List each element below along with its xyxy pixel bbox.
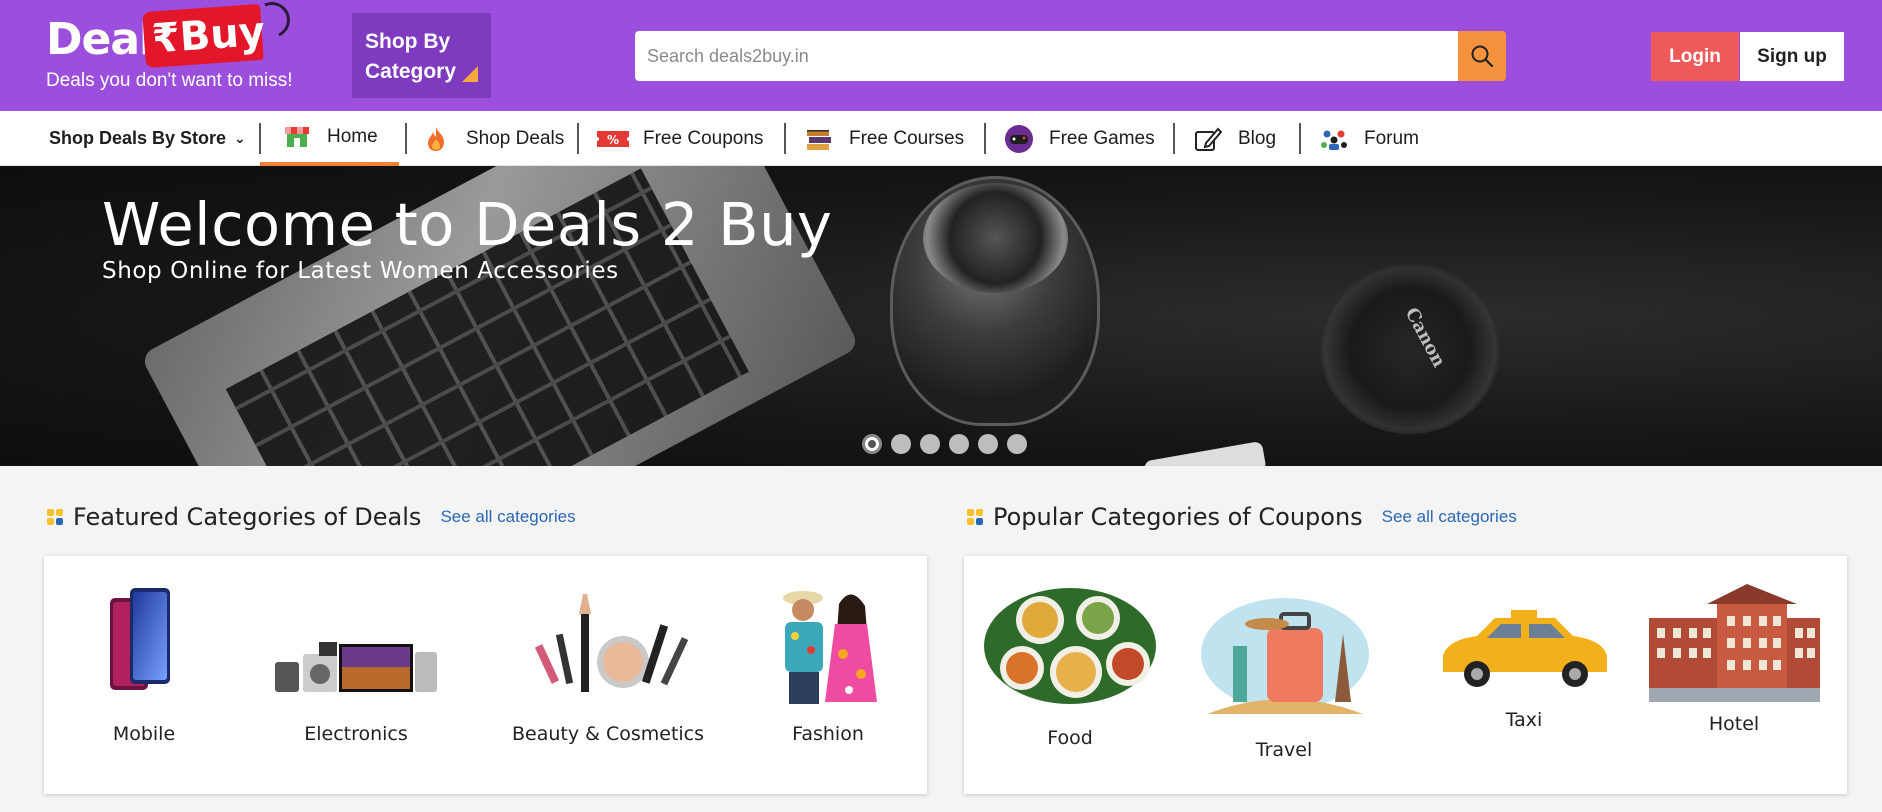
category-label: Mobile xyxy=(112,723,176,745)
carousel-dot-5[interactable] xyxy=(978,434,998,454)
lens-brand-text: Canon xyxy=(1400,304,1450,371)
category-electronics[interactable]: Electronics xyxy=(266,584,446,745)
category-label: Hotel xyxy=(1708,713,1760,735)
shop-deals-by-store-dropdown[interactable]: Shop Deals By Store ⌄ xyxy=(49,111,246,166)
fashion-couple-image xyxy=(783,591,877,704)
category-fashion[interactable]: Fashion xyxy=(758,584,898,745)
nav-item-free-courses[interactable]: Free Courses xyxy=(803,111,964,166)
pen-icon xyxy=(1192,126,1224,152)
nav-divider xyxy=(1173,123,1175,154)
nav-label: Free Courses xyxy=(849,127,965,149)
food-platter-image xyxy=(984,588,1156,704)
category-label: Travel xyxy=(1255,739,1313,761)
featured-section-header: Featured Categories of Deals See all cat… xyxy=(47,500,576,534)
category-food[interactable]: Food xyxy=(980,580,1160,749)
carousel-dots xyxy=(862,434,1027,454)
nav-item-shop-deals[interactable]: Shop Deals xyxy=(420,111,564,166)
glass-jar-image xyxy=(890,176,1100,426)
category-button-line1: Shop By xyxy=(365,30,451,53)
coupon-icon: % xyxy=(597,126,629,152)
category-label: Electronics xyxy=(304,723,408,745)
login-button[interactable]: Login xyxy=(1651,32,1739,81)
signup-button[interactable]: Sign up xyxy=(1740,32,1844,81)
popular-categories-card: Food Travel Taxi Hotel xyxy=(964,556,1847,794)
popular-section-header: Popular Categories of Coupons See all ca… xyxy=(967,500,1517,534)
nav-label: Blog xyxy=(1238,127,1277,149)
gamepad-icon xyxy=(1003,124,1035,153)
featured-title: Featured Categories of Deals xyxy=(73,503,422,531)
category-mobile[interactable]: Mobile xyxy=(84,584,204,745)
nav-divider xyxy=(784,123,786,154)
category-hotel[interactable]: Hotel xyxy=(1644,584,1824,735)
nav-divider xyxy=(1299,123,1301,154)
nav-label: Shop Deals xyxy=(466,127,565,149)
nav-item-free-games[interactable]: Free Games xyxy=(1003,111,1155,166)
nav-item-home[interactable]: Home xyxy=(260,111,399,166)
electronics-image xyxy=(275,642,437,692)
category-beauty-cosmetics[interactable]: Beauty & Cosmetics xyxy=(508,584,708,745)
svg-text:%: % xyxy=(607,133,619,147)
people-icon xyxy=(1318,126,1350,152)
store-icon xyxy=(281,124,313,150)
hero-title: Welcome to Deals 2 Buy xyxy=(102,190,833,259)
corner-triangle-icon xyxy=(462,66,478,82)
taxi-car-image xyxy=(1442,610,1607,687)
category-travel[interactable]: Travel xyxy=(1194,594,1374,761)
top-header: Deals ₹Buy Deals you don't want to miss!… xyxy=(0,0,1882,111)
store-dropdown-label: Shop Deals By Store xyxy=(49,128,227,148)
carousel-dot-1[interactable] xyxy=(862,434,882,454)
popular-see-all-link[interactable]: See all categories xyxy=(1382,507,1517,527)
carousel-dot-6[interactable] xyxy=(1007,434,1027,454)
carousel-dot-2[interactable] xyxy=(891,434,911,454)
nav-label: Home xyxy=(327,125,378,147)
featured-see-all-link[interactable]: See all categories xyxy=(440,507,575,527)
site-logo[interactable]: Deals ₹Buy Deals you don't want to miss! xyxy=(46,0,326,98)
category-taxi[interactable]: Taxi xyxy=(1434,610,1614,731)
nav-item-free-coupons[interactable]: % Free Coupons xyxy=(597,111,763,166)
books-icon xyxy=(803,126,835,152)
main-nav: Shop Deals By Store ⌄ Home Shop Deals % … xyxy=(0,111,1882,166)
hero-subtitle: Shop Online for Latest Women Accessories xyxy=(102,258,619,284)
nav-item-forum[interactable]: Forum xyxy=(1318,111,1419,166)
nav-divider xyxy=(405,123,407,154)
chevron-down-icon: ⌄ xyxy=(234,130,246,146)
category-label: Fashion xyxy=(792,723,864,745)
search-bar xyxy=(635,31,1506,81)
search-button[interactable] xyxy=(1458,31,1506,81)
nav-label: Free Games xyxy=(1049,127,1155,149)
popular-title: Popular Categories of Coupons xyxy=(993,503,1363,531)
category-label: Food xyxy=(1047,727,1093,749)
flame-icon xyxy=(420,126,452,152)
category-label: Beauty & Cosmetics xyxy=(511,723,705,745)
logo-price-tag: ₹Buy xyxy=(142,3,266,69)
nav-divider xyxy=(577,123,579,154)
featured-categories-card: Mobile Electronics Beauty & Cosmetics Fa… xyxy=(44,556,927,794)
nav-label: Free Coupons xyxy=(643,127,764,149)
nav-item-blog[interactable]: Blog xyxy=(1192,111,1276,166)
carousel-dot-4[interactable] xyxy=(949,434,969,454)
camera-lens-cap-image: Canon xyxy=(1320,264,1500,434)
jar-lid xyxy=(923,183,1068,293)
grid-icon xyxy=(967,509,983,525)
shop-by-category-button[interactable]: Shop By Category xyxy=(352,13,491,98)
hotel-building-image xyxy=(1648,584,1820,702)
grid-icon xyxy=(47,509,63,525)
search-input[interactable] xyxy=(635,31,1458,81)
travel-suitcase-image xyxy=(1200,598,1369,714)
nav-divider xyxy=(984,123,986,154)
cosmetics-image xyxy=(534,594,689,692)
mobile-phones-image xyxy=(110,588,170,690)
carousel-dot-3[interactable] xyxy=(920,434,940,454)
site-tagline: Deals you don't want to miss! xyxy=(46,70,293,91)
category-label: Taxi xyxy=(1505,709,1543,731)
nav-label: Forum xyxy=(1364,127,1419,149)
hero-carousel[interactable]: Canon Welcome to Deals 2 Buy Shop Online… xyxy=(0,166,1882,466)
search-icon xyxy=(1471,45,1494,68)
